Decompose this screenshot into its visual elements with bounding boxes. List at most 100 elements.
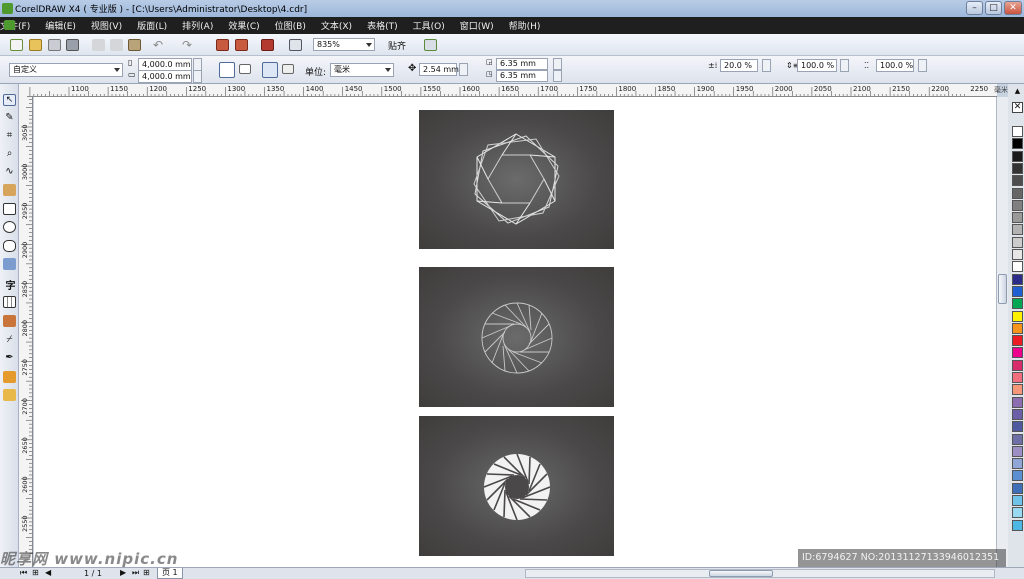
color-swatch[interactable] (1012, 199, 1023, 211)
import-icon[interactable] (216, 39, 229, 51)
zoom-level-select[interactable]: 835% (313, 38, 375, 51)
crop-tool-icon[interactable]: ⌗ (3, 130, 16, 142)
print-icon[interactable] (66, 39, 79, 51)
horizontal-scrollbar[interactable] (525, 569, 995, 578)
color-swatch[interactable] (1012, 359, 1023, 371)
menu-tools[interactable]: 工具(O) (413, 19, 445, 32)
menu-bitmaps[interactable]: 位图(B) (275, 19, 306, 32)
units-select[interactable]: 毫米 (330, 63, 394, 77)
smart-fill-tool-icon[interactable] (3, 184, 16, 196)
undo-icon[interactable]: ↶ (153, 38, 163, 52)
percent-field-1[interactable]: 20.0 % (720, 59, 758, 72)
snap-to-button[interactable]: 贴齐 (388, 39, 406, 52)
drawing-canvas[interactable] (34, 97, 996, 567)
cut-icon[interactable] (92, 39, 105, 51)
color-swatch[interactable] (1012, 458, 1023, 470)
menu-help[interactable]: 帮助(H) (509, 19, 541, 32)
height-spinner[interactable] (193, 70, 202, 83)
redo-icon[interactable]: ↷ (182, 38, 192, 52)
minimize-button[interactable]: – (966, 1, 983, 15)
color-swatch[interactable] (1012, 126, 1023, 137)
duplicate-y-field[interactable]: 6.35 mm (496, 70, 548, 82)
all-pages-button[interactable] (262, 62, 278, 78)
menu-layout[interactable]: 版面(L) (137, 19, 167, 32)
nudge-distance-field[interactable]: 2.54 mm (419, 63, 459, 76)
rectangle-tool-icon[interactable] (3, 203, 16, 215)
page-tab-1[interactable]: 页 1 (157, 568, 183, 579)
ruler-origin[interactable] (19, 84, 27, 97)
no-color-swatch[interactable]: ✕ (1012, 102, 1023, 113)
application-launcher-icon[interactable] (261, 39, 274, 51)
add-page-after-icon[interactable]: ⊞ (143, 568, 150, 577)
menu-text[interactable]: 文本(X) (321, 19, 352, 32)
document-icon[interactable] (4, 20, 15, 30)
next-page-icon[interactable]: ▶ (120, 568, 126, 577)
maximize-button[interactable]: □ (985, 1, 1002, 15)
welcome-screen-icon[interactable] (289, 39, 302, 51)
ellipse-tool-icon[interactable] (3, 221, 16, 233)
vertical-scrollbar[interactable] (996, 97, 1008, 567)
percent-field-3[interactable]: 100.0 % (876, 59, 914, 72)
menu-window[interactable]: 窗口(W) (460, 19, 494, 32)
color-swatch[interactable] (1012, 322, 1023, 334)
color-swatch[interactable] (1012, 421, 1023, 433)
color-swatch[interactable] (1012, 310, 1023, 322)
color-swatch[interactable] (1012, 384, 1023, 396)
menu-view[interactable]: 视图(V) (91, 19, 122, 32)
polygon-tool-icon[interactable] (3, 240, 16, 252)
fill-tool-icon[interactable] (3, 371, 16, 383)
color-swatch[interactable] (1012, 261, 1023, 273)
color-swatch[interactable] (1012, 445, 1023, 457)
menu-effects[interactable]: 效果(C) (228, 19, 259, 32)
export-icon[interactable] (235, 39, 248, 51)
current-page-button[interactable] (282, 64, 294, 74)
menu-edit[interactable]: 编辑(E) (45, 19, 76, 32)
duplicate-x-field[interactable]: 6.35 mm (496, 58, 548, 70)
color-swatch[interactable] (1012, 470, 1023, 482)
text-tool-icon[interactable]: 字 (4, 277, 17, 292)
duplicate-x-spinner[interactable] (553, 58, 562, 70)
color-swatch[interactable] (1012, 433, 1023, 445)
paste-icon[interactable] (128, 39, 141, 51)
vertical-scrollbar-thumb[interactable] (998, 274, 1007, 304)
duplicate-y-spinner[interactable] (553, 70, 562, 82)
new-document-icon[interactable] (10, 39, 23, 51)
eyedropper-tool-icon[interactable]: ⌿ (3, 334, 16, 346)
color-swatch[interactable] (1012, 298, 1023, 310)
percent-spinner-3[interactable] (918, 59, 927, 72)
close-button[interactable]: ✕ (1004, 1, 1022, 15)
color-swatch[interactable] (1012, 408, 1023, 420)
color-swatch[interactable] (1012, 507, 1023, 519)
pick-tool-icon[interactable]: ↖ (3, 94, 16, 106)
basic-shapes-tool-icon[interactable] (3, 258, 16, 270)
portrait-button[interactable] (219, 62, 235, 78)
landscape-button[interactable] (239, 64, 251, 74)
color-swatch[interactable] (1012, 175, 1023, 187)
horizontal-ruler[interactable]: 1100 1150 1200 1250 1300 1350 1400 1450 1500 1550… (27, 84, 997, 97)
color-swatch[interactable] (1012, 236, 1023, 248)
color-swatch[interactable] (1012, 138, 1023, 150)
options-icon[interactable] (424, 39, 437, 51)
page-height-field[interactable]: 4,000.0 mm (138, 70, 192, 83)
nudge-spinner[interactable] (459, 63, 468, 76)
percent-spinner-2[interactable] (840, 59, 849, 72)
color-swatch[interactable] (1012, 212, 1023, 224)
color-swatch[interactable] (1012, 187, 1023, 199)
first-page-icon[interactable]: ⏮ (20, 568, 27, 578)
percent-spinner-1[interactable] (762, 59, 771, 72)
color-swatch[interactable] (1012, 224, 1023, 236)
palette-scroll-up-icon[interactable]: ▲ (1012, 88, 1023, 96)
paper-preset-select[interactable]: 自定义 (9, 63, 123, 77)
color-swatch[interactable] (1012, 396, 1023, 408)
color-swatch[interactable] (1012, 273, 1023, 285)
artwork-panel-circle-solid[interactable] (419, 416, 614, 556)
copy-icon[interactable] (110, 39, 123, 51)
color-swatch[interactable] (1012, 347, 1023, 359)
artwork-panel-hexagon[interactable] (419, 110, 614, 249)
color-swatch[interactable] (1012, 495, 1023, 506)
previous-page-icon[interactable]: ◀ (45, 568, 51, 577)
color-swatch[interactable] (1012, 285, 1023, 297)
artwork-panel-circle-outline[interactable] (419, 267, 614, 407)
zoom-tool-icon[interactable]: ⌕ (3, 148, 16, 160)
open-icon[interactable] (29, 39, 42, 51)
